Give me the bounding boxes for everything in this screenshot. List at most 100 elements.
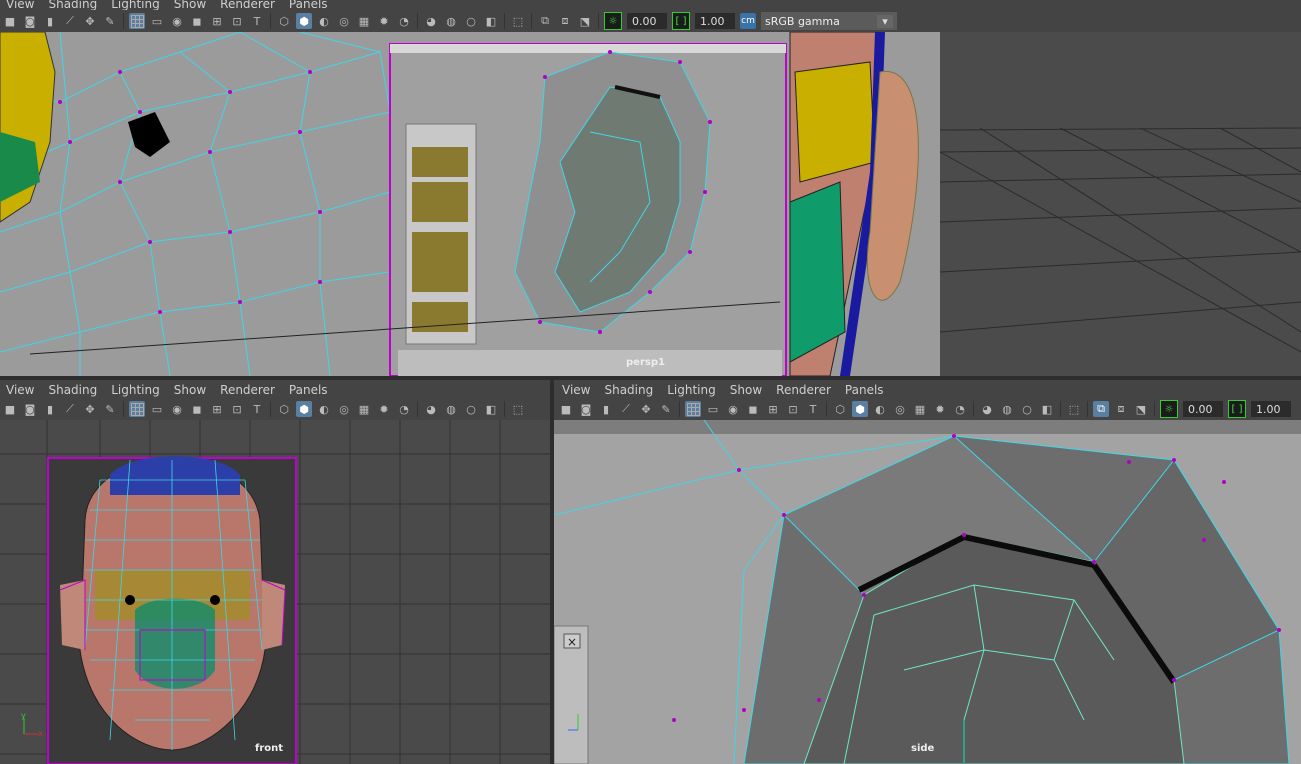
camera-attr-icon[interactable]: ◙ (578, 401, 594, 417)
grid-icon[interactable] (129, 13, 145, 29)
camera-attr-icon[interactable]: ◙ (22, 13, 38, 29)
field-chart-icon[interactable]: ⊞ (765, 401, 781, 417)
ambient-occlusion-icon[interactable]: ◕ (423, 401, 439, 417)
bookmark-icon[interactable]: ▮ (598, 401, 614, 417)
pan-zoom-icon[interactable]: ✥ (82, 13, 98, 29)
wireframe-on-shaded-icon[interactable]: ◐ (316, 13, 332, 29)
menu-show[interactable]: Show (168, 383, 214, 397)
film-gate-icon[interactable]: ▭ (705, 401, 721, 417)
smooth-shade-icon[interactable]: ⬢ (296, 401, 312, 417)
pan-zoom-icon[interactable]: ✥ (82, 401, 98, 417)
motion-blur-icon[interactable]: ◍ (443, 13, 459, 29)
color-space-dropdown[interactable]: sRGB gamma ▾ (761, 12, 897, 30)
light-icon[interactable]: ✹ (376, 13, 392, 29)
shadows-icon[interactable]: ◔ (396, 13, 412, 29)
field-chart-icon[interactable]: ⊞ (209, 13, 225, 29)
ambient-occlusion-icon[interactable]: ◕ (423, 13, 439, 29)
smooth-shade-icon[interactable]: ⬢ (852, 401, 868, 417)
menu-panels[interactable]: Panels (283, 383, 336, 397)
dof-icon[interactable]: ◧ (1039, 401, 1055, 417)
safe-title-icon[interactable]: T (249, 13, 265, 29)
xray-components-icon[interactable]: ⬔ (577, 13, 593, 29)
antialias-icon[interactable]: ○ (463, 401, 479, 417)
camera-icon[interactable]: ■ (2, 13, 18, 29)
textures-icon[interactable]: ◎ (892, 401, 908, 417)
light-icon[interactable]: ✹ (932, 401, 948, 417)
bookmark-icon[interactable]: ▮ (42, 401, 58, 417)
wireframe-icon[interactable]: ⬡ (276, 13, 292, 29)
menu-lighting[interactable]: Lighting (105, 383, 168, 397)
exposure-field[interactable]: 0.00 (627, 13, 667, 29)
shadows-icon[interactable]: ◔ (952, 401, 968, 417)
menu-view[interactable]: View (556, 383, 598, 397)
exposure-field[interactable]: 0.00 (1183, 401, 1223, 417)
gamma-field[interactable]: 1.00 (695, 13, 735, 29)
xray-joints-icon[interactable]: ⧈ (1113, 401, 1129, 417)
gate-mask-icon[interactable]: ◼ (745, 401, 761, 417)
menu-show[interactable]: Show (724, 383, 770, 397)
ambient-occlusion-icon[interactable]: ◕ (979, 401, 995, 417)
isolate-icon[interactable]: ⬚ (510, 13, 526, 29)
textures-icon[interactable]: ◎ (336, 13, 352, 29)
menu-shading[interactable]: Shading (598, 383, 661, 397)
film-gate-icon[interactable]: ▭ (149, 13, 165, 29)
smooth-shade-icon[interactable]: ⬢ (296, 13, 312, 29)
exposure-icon[interactable]: ☼ (604, 12, 622, 30)
grease-pencil-icon[interactable]: ✎ (658, 401, 674, 417)
color-management-icon[interactable]: cm (740, 13, 756, 29)
safe-action-icon[interactable]: ⊡ (229, 401, 245, 417)
wireframe-on-shaded-icon[interactable]: ◐ (872, 401, 888, 417)
motion-blur-icon[interactable]: ◍ (443, 401, 459, 417)
checker-icon[interactable]: ▦ (912, 401, 928, 417)
wireframe-on-shaded-icon[interactable]: ◐ (316, 401, 332, 417)
menu-view[interactable]: View (0, 383, 42, 397)
checker-icon[interactable]: ▦ (356, 401, 372, 417)
gate-mask-icon[interactable]: ◼ (189, 13, 205, 29)
safe-title-icon[interactable]: T (805, 401, 821, 417)
gamma-field[interactable]: 1.00 (1251, 401, 1291, 417)
xray-icon[interactable]: ⧉ (1093, 401, 1109, 417)
grease-pencil-icon[interactable]: ✎ (102, 401, 118, 417)
camera-attr-icon[interactable]: ◙ (22, 401, 38, 417)
exposure-icon[interactable]: ☼ (1160, 400, 1178, 418)
dof-icon[interactable]: ◧ (483, 13, 499, 29)
pan-zoom-icon[interactable]: ✥ (638, 401, 654, 417)
image-plane-icon[interactable]: ⟋ (618, 401, 634, 417)
menu-shading[interactable]: Shading (42, 383, 105, 397)
grid-icon[interactable] (129, 401, 145, 417)
viewport-side[interactable]: × side (554, 420, 1301, 764)
antialias-icon[interactable]: ○ (463, 13, 479, 29)
chevron-down-icon[interactable]: ▾ (877, 14, 893, 28)
viewport-persp[interactable]: persp1 (0, 32, 1301, 376)
checker-icon[interactable]: ▦ (356, 13, 372, 29)
horizontal-divider[interactable] (0, 376, 1301, 380)
gate-mask-icon[interactable]: ◼ (189, 401, 205, 417)
gamma-icon[interactable]: [ ] (672, 12, 690, 30)
safe-action-icon[interactable]: ⊡ (785, 401, 801, 417)
grease-pencil-icon[interactable]: ✎ (102, 13, 118, 29)
bookmark-icon[interactable]: ▮ (42, 13, 58, 29)
isolate-icon[interactable]: ⬚ (510, 401, 526, 417)
resolution-gate-icon[interactable]: ◉ (169, 13, 185, 29)
grid-icon[interactable] (685, 401, 701, 417)
image-plane-icon[interactable]: ⟋ (62, 401, 78, 417)
textures-icon[interactable]: ◎ (336, 401, 352, 417)
isolate-icon[interactable]: ⬚ (1066, 401, 1082, 417)
safe-title-icon[interactable]: T (249, 401, 265, 417)
field-chart-icon[interactable]: ⊞ (209, 401, 225, 417)
xray-icon[interactable]: ⧉ (537, 13, 553, 29)
wireframe-icon[interactable]: ⬡ (832, 401, 848, 417)
dof-icon[interactable]: ◧ (483, 401, 499, 417)
xray-joints-icon[interactable]: ⧈ (557, 13, 573, 29)
motion-blur-icon[interactable]: ◍ (999, 401, 1015, 417)
camera-icon[interactable]: ■ (2, 401, 18, 417)
resolution-gate-icon[interactable]: ◉ (169, 401, 185, 417)
viewport-front[interactable]: y x front (0, 420, 550, 764)
camera-icon[interactable]: ■ (558, 401, 574, 417)
xray-components-icon[interactable]: ⬔ (1133, 401, 1149, 417)
menu-renderer[interactable]: Renderer (770, 383, 839, 397)
menu-lighting[interactable]: Lighting (661, 383, 724, 397)
antialias-icon[interactable]: ○ (1019, 401, 1035, 417)
safe-action-icon[interactable]: ⊡ (229, 13, 245, 29)
shadows-icon[interactable]: ◔ (396, 401, 412, 417)
